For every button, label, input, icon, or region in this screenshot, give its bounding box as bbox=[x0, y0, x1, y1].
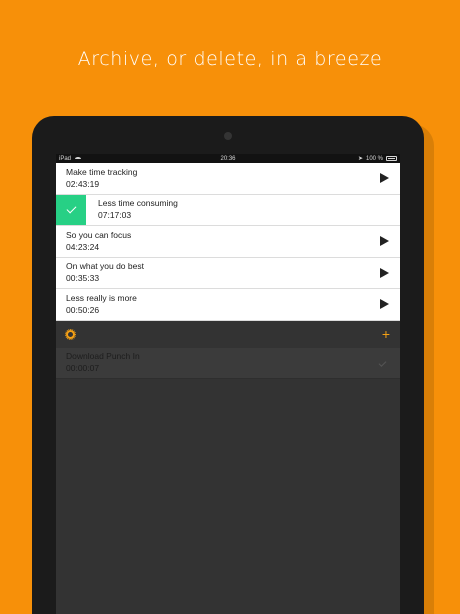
archived-task-name: Download Punch In bbox=[66, 351, 140, 361]
task-row[interactable]: So you can focus 04:23:24 bbox=[56, 226, 400, 258]
task-name: Less really is more bbox=[66, 292, 137, 303]
headline: Archive, or delete, in a breeze bbox=[77, 48, 383, 70]
camera-dot bbox=[224, 132, 232, 140]
toolbar: + bbox=[56, 320, 400, 348]
play-icon[interactable] bbox=[380, 173, 389, 184]
checkmark-icon bbox=[66, 203, 76, 214]
gear-icon[interactable] bbox=[65, 328, 76, 340]
play-icon[interactable] bbox=[380, 299, 389, 310]
battery-icon bbox=[386, 156, 397, 161]
archive-button[interactable] bbox=[56, 194, 86, 225]
task-name: Make time tracking bbox=[66, 166, 138, 177]
archived-row[interactable]: Download Punch In 00:00:07 bbox=[56, 347, 400, 379]
play-icon[interactable] bbox=[380, 267, 389, 278]
task-duration: 00:35:33 bbox=[66, 273, 100, 284]
task-name: On what you do best bbox=[66, 261, 144, 272]
ipad-frame: iPad 20:36 ➤ 100 % Make time tracking 02… bbox=[32, 116, 424, 614]
add-task-button[interactable]: + bbox=[382, 327, 390, 341]
task-duration: 07:17:03 bbox=[98, 210, 132, 221]
task-name: So you can focus bbox=[66, 229, 132, 240]
task-row[interactable]: Make time tracking 02:43:19 bbox=[56, 163, 400, 195]
task-duration: 02:43:19 bbox=[66, 178, 100, 189]
task-name: Less time consuming bbox=[98, 198, 178, 209]
archived-check-icon bbox=[378, 358, 387, 367]
task-row-swiped[interactable]: Less time consuming 07:17:03 bbox=[56, 194, 400, 226]
task-list: Make time tracking 02:43:19 Less time co… bbox=[56, 163, 400, 321]
task-duration: 00:50:26 bbox=[66, 304, 100, 315]
play-icon[interactable] bbox=[380, 236, 389, 247]
task-duration: 04:23:24 bbox=[66, 241, 100, 252]
status-time: 20:36 bbox=[220, 155, 236, 162]
app-screen: iPad 20:36 ➤ 100 % Make time tracking 02… bbox=[56, 154, 400, 614]
status-bar: iPad 20:36 ➤ 100 % bbox=[56, 154, 400, 163]
task-row[interactable]: On what you do best 00:35:33 bbox=[56, 257, 400, 289]
task-row[interactable]: Less really is more 00:50:26 bbox=[56, 289, 400, 321]
archived-task-duration: 00:00:07 bbox=[66, 363, 100, 373]
